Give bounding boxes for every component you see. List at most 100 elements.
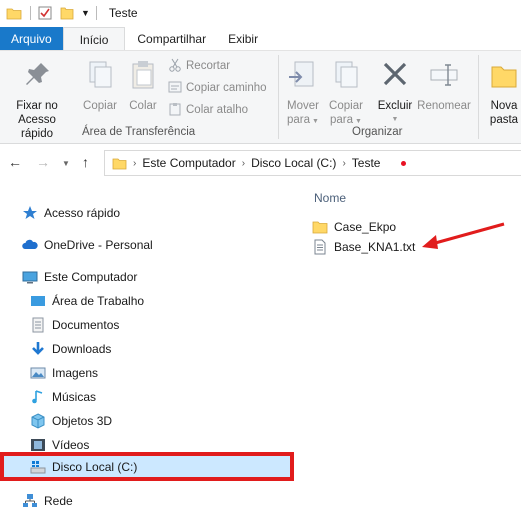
move-to-line2: para [287, 114, 311, 126]
properties-icon[interactable] [37, 5, 53, 21]
nav-label: Rede [44, 494, 73, 508]
breadcrumb-local-disk[interactable]: Disco Local (C:) [251, 156, 336, 170]
pin-quick-access-button[interactable]: Fixar no Acesso rápido [4, 59, 70, 141]
group-separator [278, 55, 279, 139]
new-folder-icon [484, 59, 521, 95]
tab-share[interactable]: Compartilhar [125, 27, 218, 50]
paste-icon [124, 59, 162, 95]
network-icon [22, 493, 38, 509]
breadcrumb-chevron-icon[interactable]: › [242, 158, 245, 169]
nav-label: Objetos 3D [52, 414, 113, 428]
nav-quick-access[interactable]: Acesso rápido [22, 202, 120, 224]
nav-desktop[interactable]: Área de Trabalho [30, 290, 144, 312]
copy-label: Copiar [83, 100, 117, 112]
nav-label: Vídeos [52, 438, 90, 452]
computer-icon [22, 269, 38, 285]
paste-shortcut-button[interactable]: Colar atalho [168, 101, 248, 119]
copy-to-button[interactable]: Copiar para ▼ [326, 59, 366, 129]
nav-this-pc[interactable]: Este Computador [22, 266, 137, 288]
navigation-pane: Acesso rápido OneDrive - Personal Este C… [0, 190, 300, 515]
clipboard-group-label: Área de Transferência [82, 126, 196, 138]
delete-x-icon [374, 59, 416, 95]
move-to-line1: Mover [287, 100, 319, 112]
nav-documents[interactable]: Documentos [30, 314, 119, 336]
breadcrumb-teste[interactable]: Teste [352, 156, 381, 170]
navigation-bar: ← → ▼ ↑ › Este Computador › Disco Local … [0, 145, 521, 181]
nav-label: Documentos [52, 318, 120, 332]
copy-to-line2: para [330, 114, 354, 126]
quick-access-separator [30, 6, 31, 20]
nav-3d-objects[interactable]: Objetos 3D [30, 410, 112, 432]
address-folder-icon [111, 155, 127, 171]
nav-label: Este Computador [44, 270, 138, 284]
nav-network[interactable]: Rede [22, 490, 73, 512]
paste-shortcut-icon [168, 102, 182, 119]
music-note-icon [30, 389, 46, 405]
file-name: Base_KNA1.txt [334, 240, 416, 254]
delete-caret-icon: ▼ [391, 116, 399, 123]
folder-icon [312, 219, 328, 235]
column-header-name[interactable]: Nome [314, 191, 346, 205]
organize-group-label: Organizar [352, 126, 403, 138]
tab-file[interactable]: Arquivo [0, 27, 63, 50]
nav-pictures[interactable]: Imagens [30, 362, 98, 384]
customize-quick-access-icon[interactable]: ▼ [81, 8, 90, 18]
new-folder-line2: pasta [489, 114, 519, 126]
address-bar[interactable]: › Este Computador › Disco Local (C:) › T… [104, 150, 521, 176]
cloud-icon [22, 237, 38, 253]
breadcrumb-chevron-icon[interactable]: › [342, 158, 345, 169]
forward-arrow-icon[interactable]: → [36, 154, 50, 170]
desktop-icon [30, 293, 46, 309]
nav-onedrive[interactable]: OneDrive - Personal [22, 234, 153, 256]
tab-view[interactable]: Exibir [218, 27, 268, 50]
delete-button[interactable]: Excluir ▼ [374, 59, 416, 127]
rename-icon [416, 59, 472, 95]
copy-path-label: Copiar caminho [186, 82, 267, 94]
scissors-icon [168, 58, 182, 75]
title-separator [95, 6, 97, 20]
nav-label: Imagens [52, 366, 99, 380]
new-folder-button[interactable]: Nova pasta [484, 59, 521, 127]
recent-locations-icon[interactable]: ▼ [62, 159, 70, 168]
delete-label: Excluir [377, 100, 413, 112]
back-arrow-icon[interactable]: ← [8, 154, 22, 170]
copy-button[interactable]: Copiar [80, 59, 120, 113]
group-separator [478, 55, 479, 139]
folder-icon [6, 5, 22, 21]
red-annotation-dot [401, 160, 407, 166]
download-arrow-icon [30, 341, 46, 357]
copy-path-button[interactable]: Copiar caminho [168, 79, 267, 97]
cut-label: Recortar [186, 60, 231, 72]
list-item[interactable]: Base_KNA1.txt [312, 237, 415, 257]
copy-to-line1: Copiar [329, 100, 363, 112]
move-to-icon [283, 59, 323, 95]
rename-button[interactable]: Renomear [416, 59, 472, 113]
move-to-button[interactable]: Mover para ▼ [283, 59, 323, 129]
red-highlight-box [0, 452, 294, 481]
pin-label-line1: Fixar no [16, 100, 58, 112]
nav-music[interactable]: Músicas [30, 386, 96, 408]
text-file-icon [312, 239, 328, 255]
red-annotation-arrow [422, 222, 505, 249]
move-to-caret-icon: ▼ [312, 118, 319, 125]
paste-shortcut-label: Colar atalho [186, 104, 249, 116]
file-list-pane: Nome Case_Ekpo Base_KNA1.txt [300, 181, 521, 515]
pictures-icon [30, 365, 46, 381]
title-bar: ▼ Teste [0, 0, 521, 26]
cut-button[interactable]: Recortar [168, 57, 230, 75]
list-item[interactable]: Case_Ekpo [312, 217, 396, 237]
nav-downloads[interactable]: Downloads [30, 338, 111, 360]
up-arrow-icon[interactable]: ↑ [82, 154, 89, 170]
file-name: Case_Ekpo [334, 220, 397, 234]
breadcrumb-chevron-icon[interactable]: › [133, 158, 136, 169]
new-folder-line1: Nova [490, 100, 518, 112]
breadcrumb-this-pc[interactable]: Este Computador [142, 156, 235, 170]
copy-path-icon [168, 80, 182, 97]
paste-button[interactable]: Colar [124, 59, 162, 113]
pin-label-line2: Acesso rápido [18, 114, 56, 140]
copy-to-icon [326, 59, 366, 95]
window-title: Teste [108, 6, 138, 20]
nav-label: Músicas [52, 390, 97, 404]
new-folder-quick-icon[interactable] [59, 5, 75, 21]
tab-home[interactable]: Início [62, 27, 126, 50]
